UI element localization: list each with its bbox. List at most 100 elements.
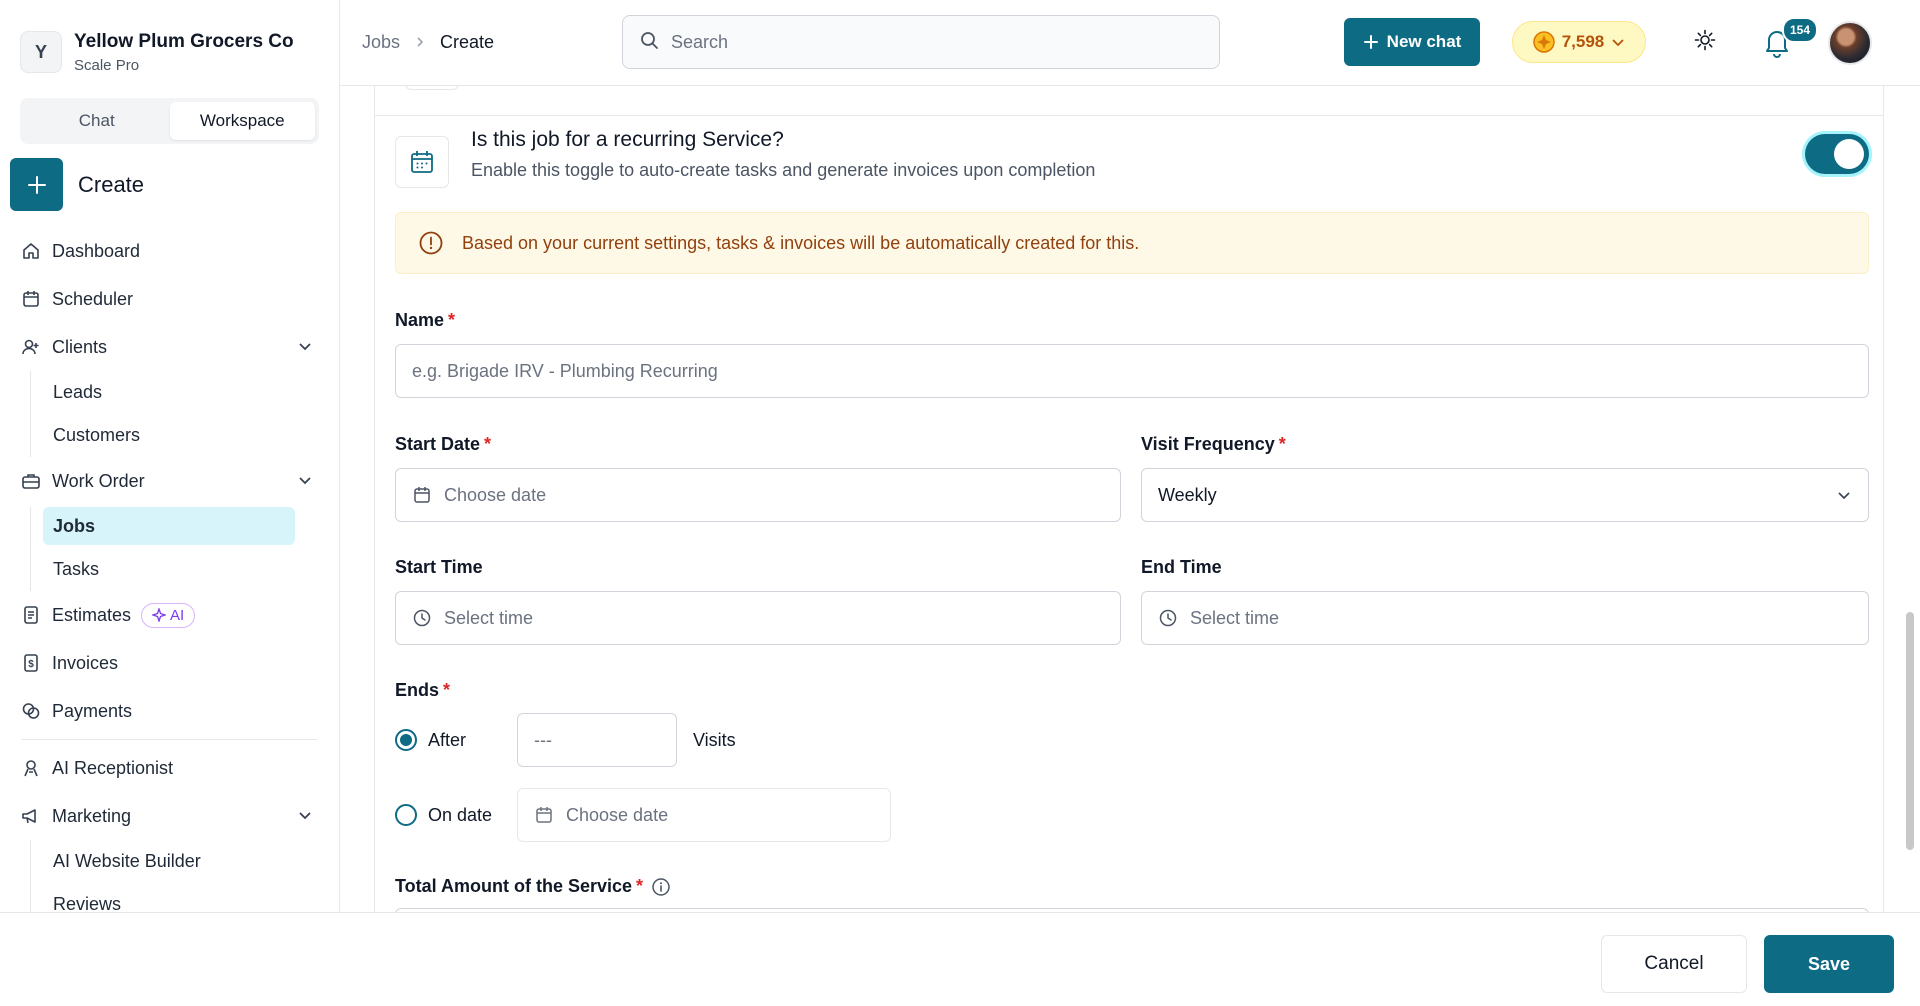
section-divider: [375, 115, 1883, 116]
sidebar-item-label: Scheduler: [52, 288, 134, 309]
sparkle-icon: [152, 608, 167, 622]
sidebar-item-jobs[interactable]: Jobs: [43, 507, 295, 545]
start-time-label: Start Time: [395, 557, 483, 577]
sidebar-item-label: Dashboard: [52, 240, 141, 261]
recurring-toggle[interactable]: [1805, 134, 1869, 174]
chevron-down-icon[interactable]: [297, 807, 313, 828]
sidebar-item-label: Estimates: [52, 604, 132, 625]
sidebar-item-ai-website-builder[interactable]: AI Website Builder: [0, 840, 339, 883]
sidebar-item-work-order[interactable]: Work Order: [0, 457, 339, 505]
ends-on-date-radio[interactable]: [395, 804, 417, 826]
calendar-icon: [414, 487, 430, 503]
sidebar: Y Yellow Plum Grocers Co Scale Pro Chat …: [0, 0, 340, 912]
save-button[interactable]: Save: [1764, 935, 1894, 993]
megaphone-icon: [20, 805, 42, 827]
name-input[interactable]: [412, 360, 1868, 382]
sidebar-item-clients[interactable]: Clients: [0, 323, 339, 371]
breadcrumb-jobs[interactable]: Jobs: [362, 32, 400, 53]
plus-icon: [27, 175, 46, 194]
credits-value: 7,598: [1561, 32, 1605, 51]
sidebar-item-reviews[interactable]: Reviews: [0, 883, 339, 912]
main-scrollbar[interactable]: [1906, 612, 1914, 850]
search-input[interactable]: [671, 31, 1171, 53]
tab-chat[interactable]: Chat: [24, 102, 170, 140]
end-time-placeholder: Select time: [1190, 607, 1280, 628]
chevron-down-icon[interactable]: [297, 472, 313, 493]
sidebar-item-estimates[interactable]: Estimates AI: [0, 591, 339, 639]
org-name: Yellow Plum Grocers Co: [74, 30, 294, 52]
start-date-picker[interactable]: Choose date: [395, 468, 1121, 522]
recurring-subtitle: Enable this toggle to auto-create tasks …: [471, 160, 1096, 180]
alert-text: Based on your current settings, tasks & …: [462, 232, 1140, 253]
ends-on-date-label: On date: [428, 805, 493, 825]
sidebar-item-label: Invoices: [52, 652, 119, 673]
marketing-submenu: AI Website Builder Reviews: [0, 840, 339, 912]
total-amount-label: Total Amount of the Service *: [395, 876, 671, 897]
start-time-placeholder: Select time: [444, 607, 534, 628]
coins-icon: [20, 700, 42, 722]
cancel-button[interactable]: Cancel: [1601, 935, 1747, 993]
org-avatar: Y: [20, 31, 62, 73]
end-time-label: End Time: [1141, 557, 1222, 577]
credits-dropdown[interactable]: 7,598: [1512, 21, 1646, 63]
start-time-picker[interactable]: Select time: [395, 591, 1121, 645]
auto-create-alert: Based on your current settings, tasks & …: [395, 212, 1869, 274]
end-time-picker[interactable]: Select time: [1141, 591, 1869, 645]
calendar-icon: [20, 288, 42, 310]
sidebar-item-label: Payments: [52, 700, 133, 721]
org-switcher[interactable]: Y Yellow Plum Grocers Co Scale Pro: [0, 0, 339, 84]
chevron-down-icon: [1612, 39, 1624, 47]
notification-count-badge: 154: [1782, 17, 1819, 43]
sidebar-item-label: AI Receptionist: [52, 757, 174, 778]
ends-on-date-placeholder: Choose date: [566, 804, 669, 825]
svg-text:$: $: [28, 659, 34, 670]
receptionist-icon: [20, 757, 42, 779]
sidebar-item-dashboard[interactable]: Dashboard: [0, 227, 339, 275]
ends-after-radio[interactable]: [395, 729, 417, 751]
ends-on-date-picker[interactable]: Choose date: [517, 788, 891, 842]
sidebar-item-tasks[interactable]: Tasks: [0, 548, 339, 591]
sidebar-item-customers[interactable]: Customers: [0, 414, 339, 457]
chevron-down-icon: [1838, 492, 1850, 500]
new-chat-button[interactable]: New chat: [1344, 18, 1480, 66]
search-box[interactable]: [622, 15, 1220, 69]
sidebar-nav: Dashboard Scheduler Clients Leads Custom…: [0, 227, 339, 912]
sidebar-item-scheduler[interactable]: Scheduler: [0, 275, 339, 323]
create-button[interactable]: [10, 158, 63, 211]
alert-circle-icon: [419, 231, 443, 255]
sidebar-item-ai-receptionist[interactable]: AI Receptionist: [0, 744, 339, 792]
sidebar-item-payments[interactable]: Payments: [0, 687, 339, 735]
home-icon: [20, 240, 42, 262]
visit-frequency-select[interactable]: Weekly: [1141, 468, 1869, 522]
start-date-placeholder: Choose date: [444, 484, 547, 505]
visits-count-input[interactable]: [534, 729, 676, 751]
org-plan: Scale Pro: [74, 56, 140, 74]
create-label: Create: [78, 171, 145, 197]
coin-icon: [1532, 31, 1555, 53]
sidebar-item-label: Clients: [52, 336, 108, 357]
create-row[interactable]: Create: [10, 158, 339, 211]
ai-badge-label: AI: [170, 606, 185, 624]
recurring-service-row: Is this job for a recurring Service? Ena…: [395, 126, 1869, 190]
clock-icon: [413, 609, 431, 627]
visits-label: Visits: [693, 730, 736, 750]
calendar-icon: [536, 807, 552, 823]
sidebar-divider: [22, 739, 317, 740]
info-icon[interactable]: [651, 877, 671, 897]
name-field[interactable]: [395, 344, 1869, 398]
clock-icon: [1159, 609, 1177, 627]
clients-submenu: Leads Customers: [0, 371, 339, 457]
name-label: Name *: [395, 310, 456, 330]
document-list-icon: [20, 604, 42, 626]
visits-count-field[interactable]: [517, 713, 677, 767]
invoice-icon: $: [20, 652, 42, 674]
collapsed-section-edge: [405, 86, 459, 90]
sidebar-item-marketing[interactable]: Marketing: [0, 792, 339, 840]
chevron-down-icon[interactable]: [297, 338, 313, 359]
theme-toggle-sun-icon[interactable]: [1694, 29, 1716, 56]
form-footer: Cancel Save: [0, 912, 1920, 1006]
tab-workspace[interactable]: Workspace: [169, 102, 315, 140]
user-avatar[interactable]: [1828, 21, 1872, 65]
sidebar-item-leads[interactable]: Leads: [0, 371, 339, 414]
sidebar-item-invoices[interactable]: $ Invoices: [0, 639, 339, 687]
